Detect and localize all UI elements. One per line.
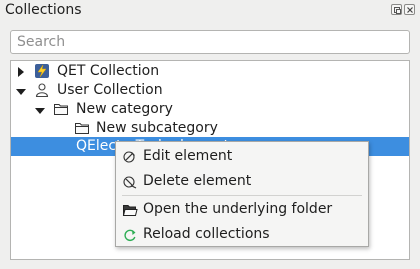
menu-item-delete-element[interactable]: Delete element: [116, 170, 368, 194]
menu-item-reload-collections[interactable]: Reload collections: [116, 223, 368, 247]
panel-titlebar: Collections: [0, 0, 420, 22]
qet-lightning-icon: [35, 64, 49, 78]
collections-panel: Collections QET Collection: [0, 0, 420, 269]
tree-item-label: User Collection: [57, 82, 163, 98]
collapse-arrow-icon[interactable]: [35, 107, 45, 115]
edit-element-icon: [123, 151, 135, 163]
search-input[interactable]: [10, 30, 410, 54]
tree-item-user-collection[interactable]: User Collection: [11, 81, 409, 100]
menu-item-edit-element[interactable]: Edit element: [116, 145, 368, 169]
menu-item-label: Delete element: [143, 173, 252, 189]
delete-element-icon: [123, 176, 137, 189]
folder-icon: [75, 123, 89, 134]
menu-item-open-underlying-folder[interactable]: Open the underlying folder: [116, 198, 368, 222]
menu-item-label: Reload collections: [143, 226, 270, 242]
tree-item-new-subcategory[interactable]: New subcategory: [11, 119, 409, 138]
close-button[interactable]: [404, 4, 415, 15]
open-folder-icon: [122, 205, 138, 216]
float-icon: [394, 7, 401, 14]
panel-title: Collections: [5, 2, 82, 18]
menu-item-label: Open the underlying folder: [143, 201, 333, 217]
context-menu: Edit element Delete element Open the und…: [115, 141, 369, 247]
tree-item-label: QET Collection: [57, 63, 160, 79]
reload-icon: [124, 229, 136, 241]
float-button[interactable]: [391, 4, 402, 15]
tree-item-new-category[interactable]: New category: [11, 100, 409, 119]
tree-item-qet-collection[interactable]: QET Collection: [11, 62, 409, 81]
menu-separator: [122, 195, 362, 196]
user-icon: [35, 83, 49, 98]
menu-item-label: Edit element: [143, 148, 233, 164]
collapse-arrow-icon[interactable]: [16, 88, 26, 96]
close-icon: [407, 7, 413, 13]
tree-item-label: New category: [76, 101, 173, 117]
folder-icon: [54, 104, 68, 115]
tree-item-label: New subcategory: [96, 120, 218, 136]
expand-arrow-icon[interactable]: [17, 67, 25, 77]
